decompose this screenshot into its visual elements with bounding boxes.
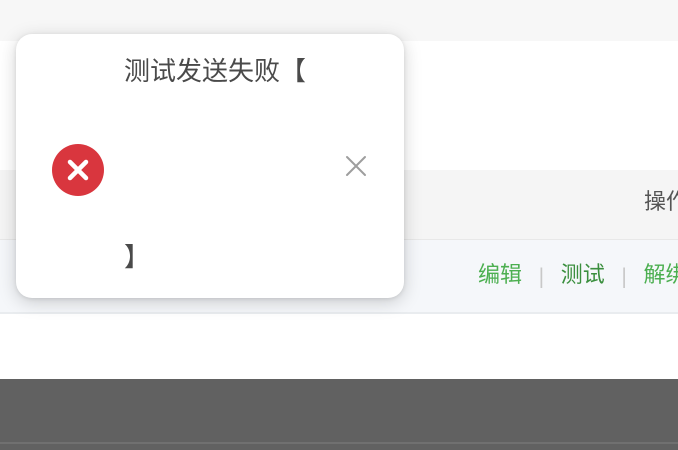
unbind-link[interactable]: 解绑	[644, 261, 678, 291]
divider: |	[538, 264, 545, 288]
edit-link[interactable]: 编辑	[478, 261, 522, 291]
toast-message: 测试发送失败【	[124, 57, 307, 87]
page: 操作 编辑 | 测试 | 解绑 测试发送失败【 】	[0, 0, 678, 450]
close-icon[interactable]	[342, 152, 370, 180]
error-icon	[52, 144, 104, 196]
test-link[interactable]: 测试	[561, 261, 605, 291]
column-header-operations: 操作	[644, 190, 678, 215]
row-actions: 编辑 | 测试 | 解绑	[478, 261, 678, 291]
toast-message-end: 】	[124, 243, 151, 273]
bottom-overlay	[0, 379, 678, 450]
error-toast: 测试发送失败【 】	[16, 34, 404, 298]
bottom-divider	[0, 442, 678, 444]
divider: |	[620, 264, 628, 288]
table-empty-area	[0, 314, 678, 379]
